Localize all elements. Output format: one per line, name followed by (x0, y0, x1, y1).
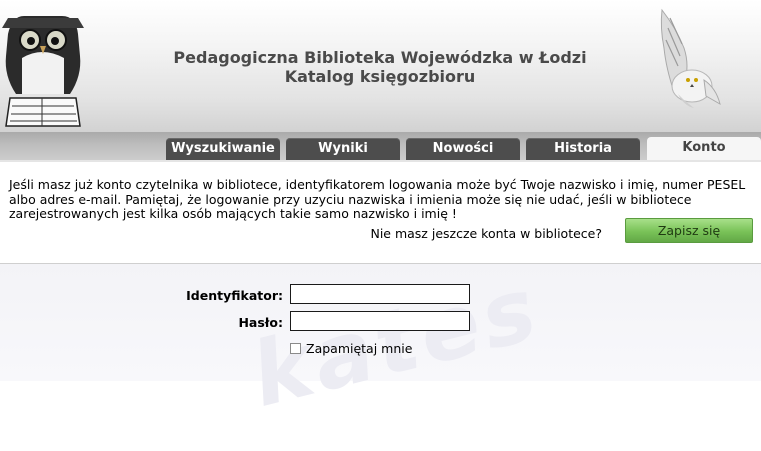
identifier-label: Identyfikator: (186, 288, 283, 303)
tab-wyszukiwanie[interactable]: Wyszukiwanie (166, 138, 280, 160)
snowy-owl-icon (660, 8, 721, 108)
title-line-1: Pedagogiczna Biblioteka Wojewódzka w Łod… (173, 48, 587, 67)
tab-wyniki[interactable]: Wyniki (286, 138, 400, 160)
page-title: Pedagogiczna Biblioteka Wojewódzka w Łod… (130, 48, 630, 86)
owl-logo-icon (2, 16, 84, 127)
register-question: Nie masz jeszcze konta w bibliotece? (370, 226, 602, 241)
remember-me-label: Zapamiętaj mnie (306, 341, 413, 356)
password-input[interactable] (290, 311, 470, 331)
remember-me-checkbox[interactable] (290, 343, 301, 354)
identifier-input[interactable] (290, 284, 470, 304)
remember-me-row[interactable]: Zapamiętaj mnie (290, 341, 412, 356)
tab-historia[interactable]: Historia (526, 138, 640, 160)
title-line-2: Katalog księgozbioru (284, 67, 476, 86)
password-label: Hasło: (238, 315, 283, 330)
login-info-text: Jeśli masz już konto czytelnika w biblio… (9, 177, 746, 222)
tab-nowosci[interactable]: Nowości (406, 138, 520, 160)
tab-konto[interactable]: Konto (647, 137, 761, 161)
